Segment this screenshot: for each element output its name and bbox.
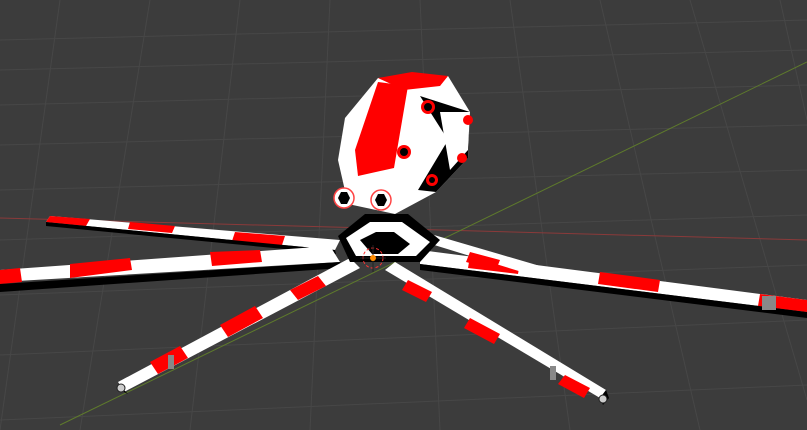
viewport-canvas[interactable] [0,0,807,430]
tentacle[interactable] [46,216,340,254]
3d-viewport[interactable] [0,0,807,430]
octopus-body[interactable] [333,72,473,262]
eye-right [370,189,392,211]
tentacle[interactable] [0,246,342,292]
eye-left [333,187,355,209]
